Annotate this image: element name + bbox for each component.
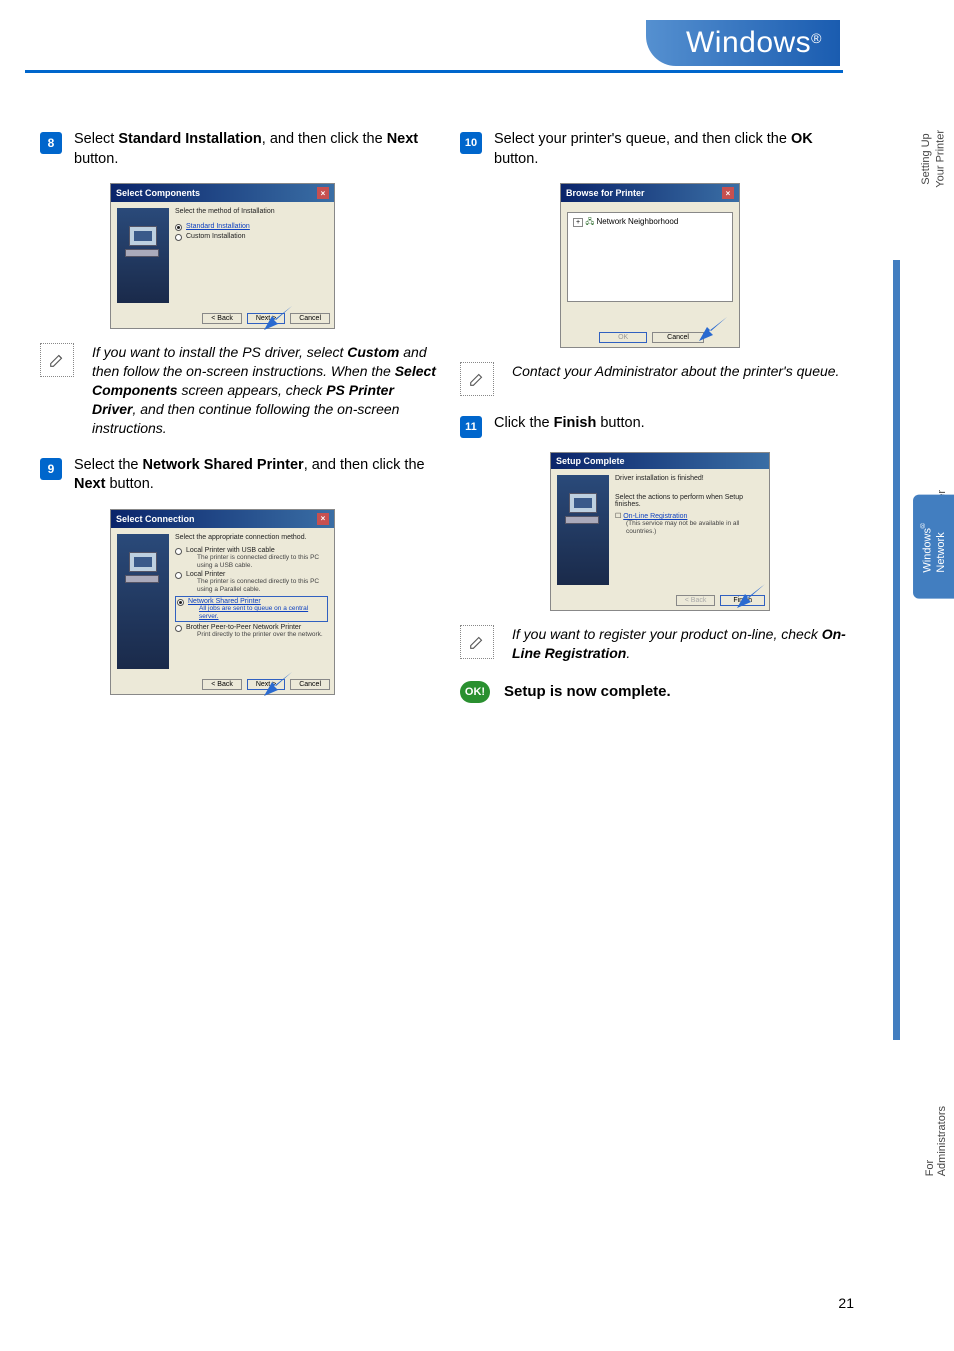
dialog-sidebar-image (117, 208, 169, 303)
arrow-icon (699, 317, 729, 341)
dialog-prompt: Select the appropriate connection method… (175, 534, 328, 541)
back-button[interactable]: < Back (676, 595, 716, 606)
step-badge-10: 10 (460, 132, 482, 154)
back-button[interactable]: < Back (202, 679, 242, 690)
step-badge-8: 8 (40, 132, 62, 154)
step-9-text: Select the Network Shared Printer, and t… (74, 456, 440, 495)
setup-done-msg: Driver installation is finished! (615, 475, 763, 482)
side-tab-windows-network[interactable]: Windows®Network (913, 495, 954, 599)
arrow-icon (264, 306, 294, 330)
step-10: 10 Select your printer's queue, and then… (460, 130, 860, 169)
setup-actions-msg: Select the actions to perform when Setup… (615, 494, 763, 508)
radio-custom-installation[interactable]: Custom Installation (175, 233, 328, 241)
dialog-browse-printer: Browse for Printer × + 🖧 Network Neighbo… (560, 183, 740, 348)
step-badge-11: 11 (460, 416, 482, 438)
setup-complete-row: OK! Setup is now complete. (460, 681, 860, 703)
dialog-select-components: Select Components × Select the method of… (110, 183, 335, 329)
arrow-icon (264, 672, 294, 696)
radio-local-parallel[interactable]: Local PrinterThe printer is connected di… (175, 571, 328, 594)
tree-root-label: Network Neighborhood (596, 217, 678, 226)
dialog-footer: < Back Next > Cancel (111, 675, 334, 694)
radio-standard-installation[interactable]: Standard Installation (175, 223, 328, 231)
radio-peer-to-peer[interactable]: Brother Peer-to-Peer Network PrinterPrin… (175, 624, 328, 639)
cancel-button[interactable]: Cancel (290, 313, 330, 324)
dialog-setup-complete: Setup Complete Driver installation is fi… (550, 452, 770, 611)
ok-button[interactable]: OK (599, 332, 647, 343)
dialog-prompt: Select the method of Installation (175, 208, 328, 215)
back-button[interactable]: < Back (202, 313, 242, 324)
dialog-sidebar-image (557, 475, 609, 585)
dialog-title-text: Select Components (116, 188, 200, 198)
page-number: 21 (838, 1295, 854, 1311)
step-11: 11 Click the Finish button. (460, 414, 860, 438)
content-area: 8 Select Standard Installation, and then… (0, 70, 954, 709)
checkbox-subnote: (This service may not be available in al… (626, 520, 763, 536)
cancel-button[interactable]: Cancel (652, 332, 704, 343)
header: Windows® (0, 0, 954, 70)
dialog-sidebar-image (117, 534, 169, 669)
step-8: 8 Select Standard Installation, and then… (40, 130, 440, 169)
checkbox-online-reg[interactable]: ☐ On-Line Registration (615, 512, 763, 520)
note-contact-admin: Contact your Administrator about the pri… (460, 362, 860, 396)
step-11-text: Click the Finish button. (494, 414, 645, 438)
right-column: 10 Select your printer's queue, and then… (460, 130, 860, 709)
note-text: If you want to register your product on-… (512, 625, 860, 663)
dialog-titlebar: Select Connection × (111, 510, 334, 528)
note-icon (460, 625, 494, 659)
step-10-text: Select your printer's queue, and then cl… (494, 130, 860, 169)
registered-symbol: ® (811, 30, 822, 46)
arrow-icon (737, 584, 767, 608)
note-online-registration: If you want to register your product on-… (460, 625, 860, 663)
dialog-titlebar: Setup Complete (551, 453, 769, 469)
dialog-footer: < Back Next > Cancel (111, 309, 334, 328)
step-9: 9 Select the Network Shared Printer, and… (40, 456, 440, 495)
printer-tree[interactable]: + 🖧 Network Neighborhood (567, 212, 733, 302)
ok-badge-icon: OK! (460, 681, 490, 703)
note-text: If you want to install the PS driver, se… (92, 343, 440, 437)
note-icon (460, 362, 494, 396)
close-icon[interactable]: × (722, 187, 734, 199)
computer-icon (125, 226, 161, 256)
dialog-title-text: Browse for Printer (566, 188, 645, 198)
side-tab-administrators[interactable]: ForAdministrators (918, 1080, 954, 1202)
header-rule (25, 70, 843, 73)
note-ps-driver: If you want to install the PS driver, se… (40, 343, 440, 437)
note-text: Contact your Administrator about the pri… (512, 362, 839, 396)
left-column: 8 Select Standard Installation, and then… (40, 130, 440, 709)
close-icon[interactable]: × (317, 513, 329, 525)
radio-network-shared[interactable]: Network Shared PrinterAll jobs are sent … (175, 596, 328, 623)
computer-icon (565, 493, 601, 523)
dialog-select-connection: Select Connection × Select the appropria… (110, 509, 335, 695)
dialog-title-text: Setup Complete (556, 456, 625, 466)
step-badge-9: 9 (40, 458, 62, 480)
dialog-title-text: Select Connection (116, 514, 195, 524)
side-color-band (893, 260, 900, 1040)
cancel-button[interactable]: Cancel (290, 679, 330, 690)
setup-complete-text: Setup is now complete. (504, 683, 671, 700)
note-icon (40, 343, 74, 377)
close-icon[interactable]: × (317, 187, 329, 199)
header-title-text: Windows (686, 26, 811, 59)
side-tab-setting-up[interactable]: Setting UpYour Printer (913, 110, 954, 212)
dialog-titlebar: Select Components × (111, 184, 334, 202)
radio-local-usb[interactable]: Local Printer with USB cableThe printer … (175, 547, 328, 570)
tree-expand-icon[interactable]: + (573, 218, 583, 227)
computer-icon (125, 552, 161, 582)
dialog-titlebar: Browse for Printer × (561, 184, 739, 202)
header-title: Windows® (646, 20, 840, 66)
step-8-text: Select Standard Installation, and then c… (74, 130, 440, 169)
